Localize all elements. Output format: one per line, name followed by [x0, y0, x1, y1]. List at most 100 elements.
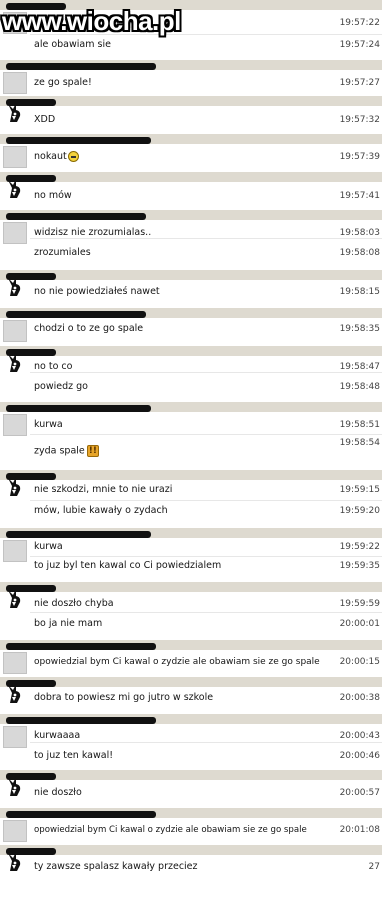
message-time: 19:58:48 — [339, 382, 380, 392]
avatar — [3, 851, 27, 873]
message-text: to juz ten kawal! — [34, 750, 114, 761]
message-time: 19:59:15 — [339, 485, 380, 495]
message-time: 20:00:01 — [339, 619, 380, 629]
avatar — [3, 726, 27, 748]
avatar — [3, 588, 27, 610]
message-text: zrozumiales — [34, 247, 91, 258]
message-time: 19:58:15 — [339, 287, 380, 297]
chat-log: zie 19:57:22 ale obawiam sie 19:57:24 ze… — [0, 0, 382, 880]
message-time: 20:01:08 — [339, 825, 380, 835]
avatar — [3, 222, 27, 244]
message-text: kurwa — [34, 541, 63, 552]
message-text: XDD — [34, 114, 56, 125]
sender-header — [0, 210, 382, 220]
message-text: bo ja nie mam — [34, 618, 103, 629]
bottom-margin — [0, 880, 382, 900]
sender-header — [0, 60, 382, 70]
sender-header — [0, 808, 382, 818]
message-time: 19:58:51 — [339, 420, 380, 430]
message-time: 27 — [368, 862, 380, 872]
sender-header — [0, 470, 382, 480]
message-text: to juz byl ten kawal co Ci powiedzialem — [34, 560, 222, 571]
message-text: kurwa — [34, 419, 63, 430]
message-time: 19:58:08 — [339, 248, 380, 258]
separator — [30, 556, 382, 557]
message-text: zyda spale — [34, 445, 85, 457]
message-text: opowiedzial bym Ci kawal o zydzie ale ob… — [34, 825, 307, 835]
avatar — [3, 776, 27, 798]
message-time: 19:57:27 — [339, 78, 380, 88]
message-text: nie doszło chyba — [34, 598, 114, 609]
message-text: widzisz nie zrozumialas.. — [34, 227, 152, 238]
message-time: 19:59:20 — [339, 506, 380, 516]
separator — [30, 500, 382, 501]
separator — [30, 612, 382, 613]
smile-icon — [67, 151, 79, 162]
sender-header — [0, 640, 382, 650]
avatar — [3, 820, 27, 842]
sender-header — [0, 134, 382, 144]
message-time: 19:57:32 — [339, 115, 380, 125]
avatar — [3, 476, 27, 498]
sender-header — [0, 770, 382, 780]
avatar — [3, 352, 27, 374]
message-text: powiedz go — [34, 381, 88, 392]
message-time: 19:58:35 — [339, 324, 380, 334]
message-text: nokaut — [34, 151, 67, 162]
avatar — [3, 652, 27, 674]
message-time: 20:00:57 — [339, 788, 380, 798]
exclamation-emoticon-icon — [86, 445, 99, 457]
watermark-logo: www.wiocha.pl — [2, 6, 181, 36]
avatar — [3, 178, 27, 200]
avatar — [3, 320, 27, 342]
message-time: 19:57:24 — [339, 40, 380, 50]
message-text: nie doszło — [34, 787, 82, 798]
message-text: kurwaaaa — [34, 730, 81, 741]
message-time: 19:58:03 — [339, 228, 380, 238]
avatar — [3, 72, 27, 94]
sender-header — [0, 402, 382, 412]
sender-header — [0, 308, 382, 318]
message-text: chodzi o to ze go spale — [34, 323, 144, 334]
message-text-row: nokaut — [34, 151, 79, 163]
message-time: 20:00:46 — [339, 751, 380, 761]
message-text: ze go spale! — [34, 77, 92, 88]
sender-header — [0, 582, 382, 592]
avatar — [3, 276, 27, 298]
sender-header — [0, 346, 382, 356]
avatar — [3, 102, 27, 124]
sender-header — [0, 96, 382, 106]
sender-header — [0, 677, 382, 687]
message-text: opowiedzial bym Ci kawal o zydzie ale ob… — [34, 657, 320, 667]
message-time: 19:57:41 — [339, 191, 380, 201]
message-time: 20:00:38 — [339, 693, 380, 703]
message-time: 19:59:35 — [339, 561, 380, 571]
message-time: 19:58:54 — [339, 438, 380, 448]
message-text: nie szkodzi, mnie to nie urazi — [34, 484, 173, 495]
message-text: ty zawsze spalasz kawały przeciez — [34, 861, 198, 872]
message-time: 19:57:39 — [339, 152, 380, 162]
message-text: no nie powiedziałeś nawet — [34, 286, 160, 297]
sender-header — [0, 845, 382, 855]
sender-header — [0, 528, 382, 538]
message-time: 19:58:47 — [339, 362, 380, 372]
message-time: 19:59:22 — [339, 542, 380, 552]
separator — [30, 372, 382, 373]
separator — [30, 742, 382, 743]
avatar — [3, 146, 27, 168]
sender-header — [0, 270, 382, 280]
message-time: 19:57:22 — [339, 18, 380, 28]
message-text-row: zyda spale — [34, 445, 99, 458]
message-time: 20:00:43 — [339, 731, 380, 741]
sender-header — [0, 172, 382, 182]
message-text: no to co — [34, 361, 73, 372]
avatar — [3, 414, 27, 436]
message-text: ale obawiam sie — [34, 39, 111, 50]
message-text: dobra to powiesz mi go jutro w szkole — [34, 692, 214, 703]
message-text: mów, lubie kawały o zydach — [34, 505, 168, 516]
separator — [30, 434, 382, 435]
message-time: 20:00:15 — [339, 657, 380, 667]
avatar — [3, 540, 27, 562]
sender-header — [0, 714, 382, 724]
message-time: 19:59:59 — [339, 599, 380, 609]
